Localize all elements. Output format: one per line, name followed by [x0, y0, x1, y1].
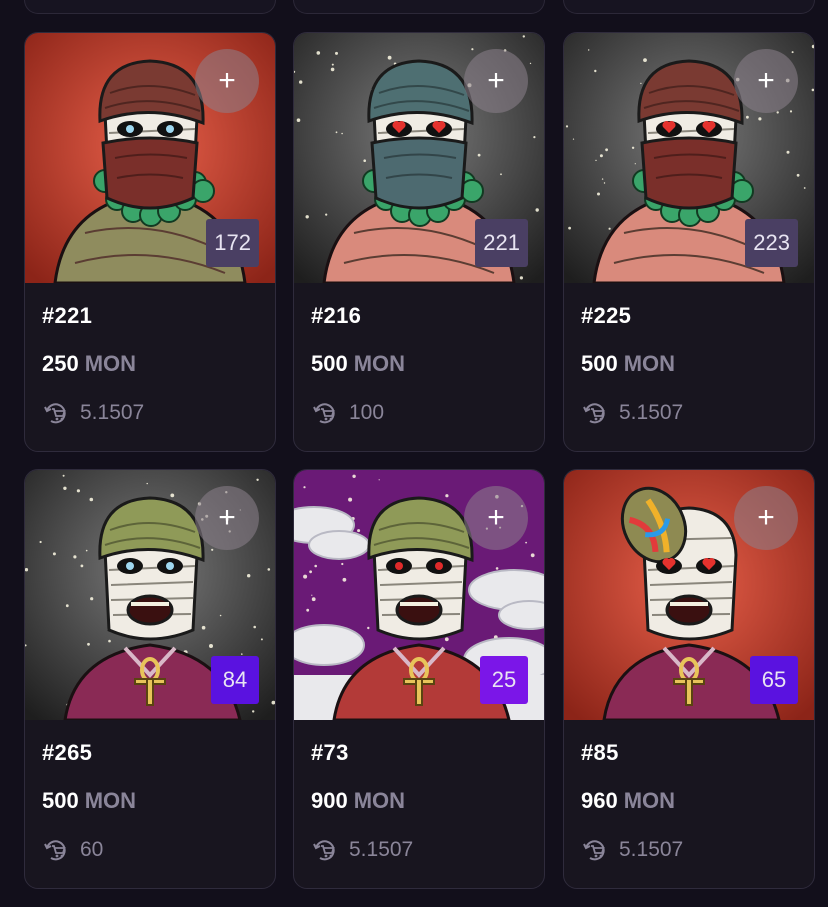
nft-name: #216	[311, 303, 362, 328]
nft-price: 250 MON	[42, 351, 136, 377]
price-amount: 500	[42, 788, 79, 813]
cart-rotate-icon	[44, 840, 66, 861]
nft-card[interactable]: + 172 #221 250 MON 5.1507	[24, 32, 276, 452]
price-amount: 500	[581, 351, 618, 376]
price-amount: 250	[42, 351, 79, 376]
last-sale-value: 5.1507	[619, 401, 684, 424]
price-currency: MON	[623, 351, 676, 376]
price-currency: MON	[353, 788, 406, 813]
nft-name: #85	[581, 740, 619, 765]
last-sale-value: 5.1507	[80, 401, 145, 424]
cart-rotate-icon	[313, 840, 335, 861]
rarity-rank-badge: 221	[475, 219, 528, 267]
price-amount: 500	[311, 351, 348, 376]
add-to-cart-button[interactable]: +	[734, 486, 798, 550]
nft-price: 900 MON	[311, 788, 405, 814]
plus-icon: +	[757, 64, 775, 97]
plus-icon: +	[218, 501, 236, 534]
price-currency: MON	[623, 788, 676, 813]
cart-rotate-icon	[44, 403, 66, 424]
cart-rotate-icon	[583, 840, 605, 861]
price-amount: 900	[311, 788, 348, 813]
nft-price: 500 MON	[311, 351, 405, 377]
rarity-rank-badge: 65	[750, 656, 798, 704]
price-currency: MON	[353, 351, 406, 376]
last-sale: 5.1507	[311, 836, 413, 864]
nft-card[interactable]: + 65 #85 960 MON 5.1507	[563, 469, 815, 889]
last-sale-value: 60	[80, 838, 104, 861]
add-to-cart-button[interactable]: +	[195, 49, 259, 113]
plus-icon: +	[487, 501, 505, 534]
price-amount: 960	[581, 788, 618, 813]
price-currency: MON	[84, 351, 137, 376]
add-to-cart-button[interactable]: +	[464, 486, 528, 550]
nft-name: #265	[42, 740, 93, 765]
cart-rotate-icon	[583, 403, 605, 424]
nft-card[interactable]: + 223 #225 500 MON 5.1507	[563, 32, 815, 452]
nft-card[interactable]: + 25 #73 900 MON 5.1507	[293, 469, 545, 889]
add-to-cart-button[interactable]: +	[195, 486, 259, 550]
nft-price: 500 MON	[581, 351, 675, 377]
add-to-cart-button[interactable]: +	[464, 49, 528, 113]
nft-card[interactable]: + 84 #265 500 MON 60	[24, 469, 276, 889]
last-sale: 5.1507	[42, 399, 144, 427]
last-sale-value: 5.1507	[619, 838, 684, 861]
last-sale: 100	[311, 399, 384, 427]
rarity-rank-badge: 172	[206, 219, 259, 267]
card-stub	[24, 0, 276, 14]
nft-name: #225	[581, 303, 632, 328]
last-sale-value: 100	[349, 401, 385, 424]
card-stub	[293, 0, 545, 14]
rarity-rank-badge: 25	[480, 656, 528, 704]
nft-name: #221	[42, 303, 93, 328]
price-currency: MON	[84, 788, 137, 813]
plus-icon: +	[757, 501, 775, 534]
last-sale: 60	[42, 836, 103, 864]
plus-icon: +	[218, 64, 236, 97]
last-sale-value: 5.1507	[349, 838, 414, 861]
cart-rotate-icon	[313, 403, 335, 424]
rarity-rank-badge: 84	[211, 656, 259, 704]
plus-icon: +	[487, 64, 505, 97]
last-sale: 5.1507	[581, 836, 683, 864]
card-stub	[563, 0, 815, 14]
nft-price: 500 MON	[42, 788, 136, 814]
nft-name: #73	[311, 740, 349, 765]
nft-price: 960 MON	[581, 788, 675, 814]
nft-card[interactable]: + 221 #216 500 MON 100	[293, 32, 545, 452]
rarity-rank-badge: 223	[745, 219, 798, 267]
add-to-cart-button[interactable]: +	[734, 49, 798, 113]
last-sale: 5.1507	[581, 399, 683, 427]
